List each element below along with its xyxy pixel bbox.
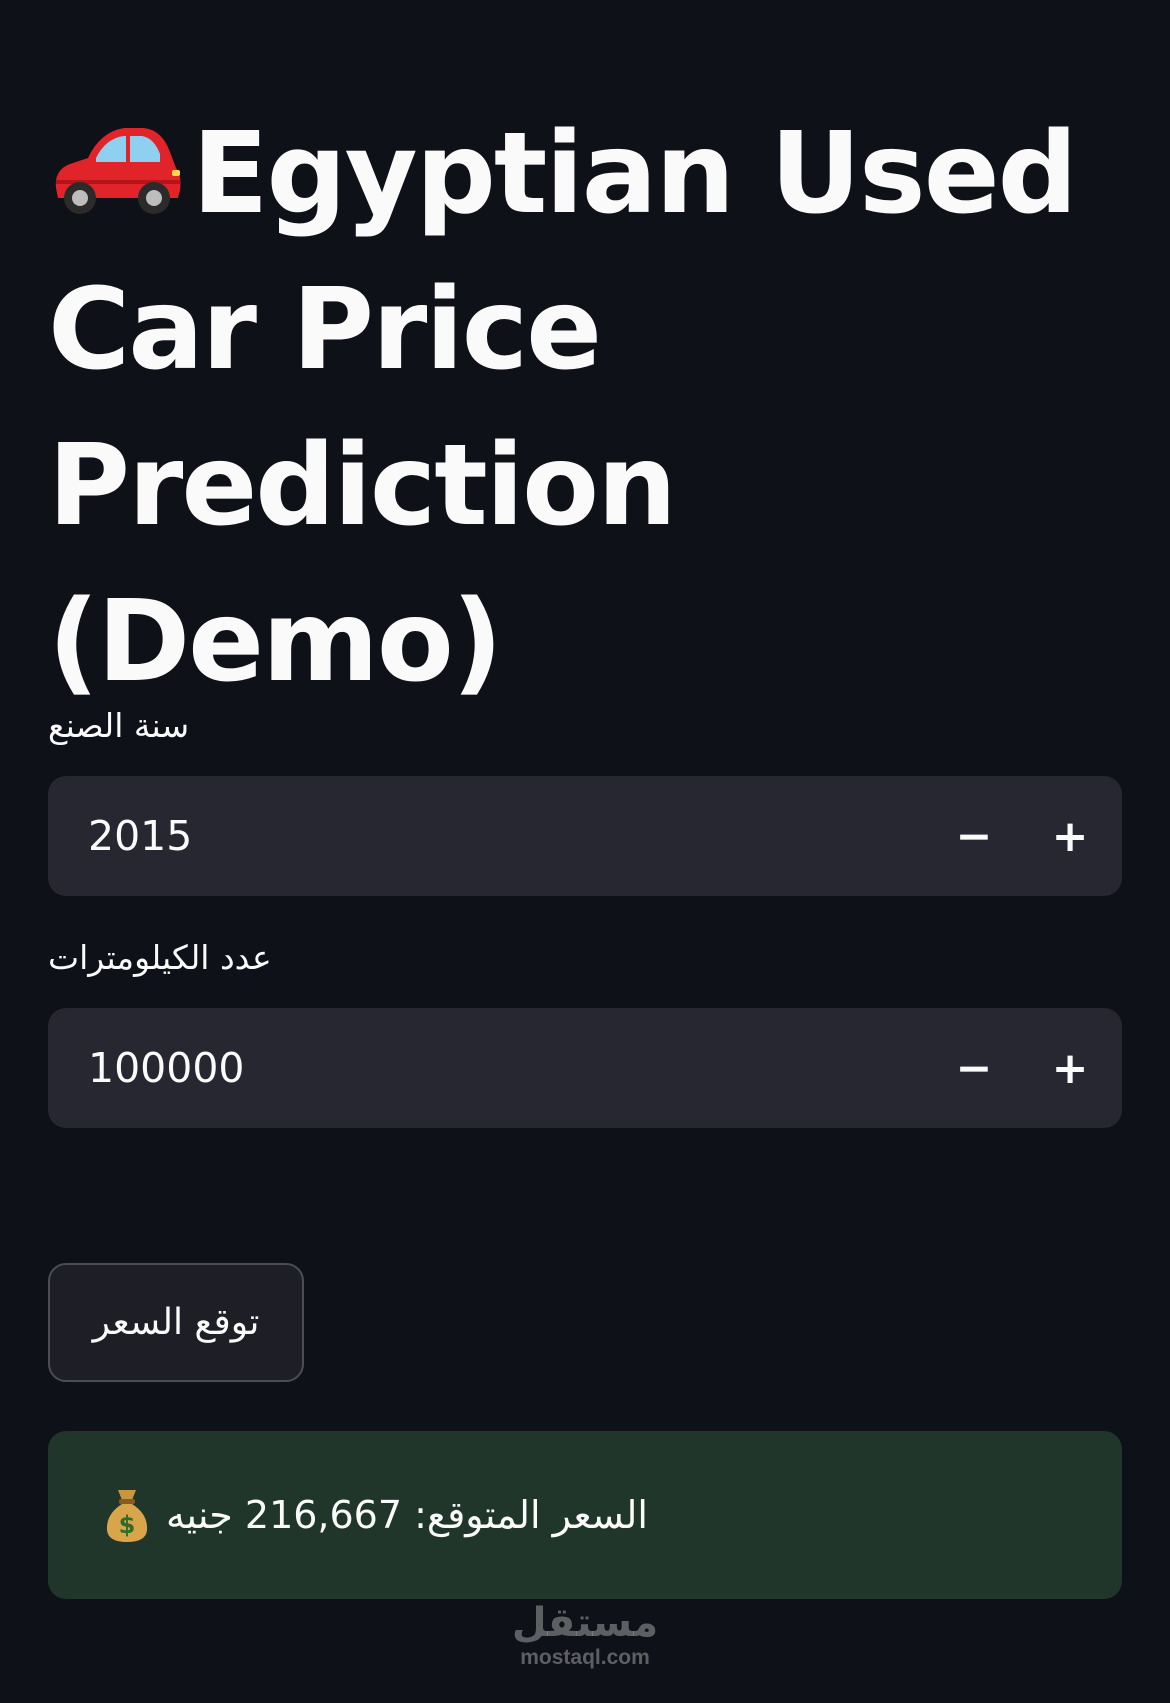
predict-price-button[interactable]: توقع السعر: [48, 1263, 304, 1382]
kilometers-label: عدد الكيلومترات: [48, 938, 272, 977]
year-increment-button[interactable]: +: [1022, 776, 1118, 896]
page-title-text: Egyptian Used Car Price Prediction (Demo…: [48, 109, 1078, 707]
year-number-input[interactable]: − +: [48, 776, 1122, 896]
year-input-field[interactable]: [88, 776, 788, 896]
year-decrement-button[interactable]: −: [926, 776, 1022, 896]
kilometers-number-input[interactable]: − +: [48, 1008, 1122, 1128]
watermark-latin-text: mostaql.com: [520, 1646, 650, 1669]
svg-text:$: $: [119, 1511, 136, 1539]
mostaql-watermark: مستقل mostaql.com: [500, 1600, 670, 1670]
page-title: Egyptian Used Car Price Prediction (Demo…: [48, 96, 1122, 720]
kilometers-input-field[interactable]: [88, 1008, 788, 1128]
kilometers-decrement-button[interactable]: −: [926, 1008, 1022, 1128]
money-bag-icon: $: [106, 1490, 148, 1542]
year-label: سنة الصنع: [48, 706, 190, 745]
kilometers-increment-button[interactable]: +: [1022, 1008, 1118, 1128]
predicted-price-text: السعر المتوقع: 216,667 جنيه: [166, 1493, 648, 1537]
red-car-icon: [55, 128, 181, 214]
watermark-arabic-text: مستقل: [511, 1600, 659, 1646]
result-success-box: $ السعر المتوقع: 216,667 جنيه: [48, 1431, 1122, 1599]
